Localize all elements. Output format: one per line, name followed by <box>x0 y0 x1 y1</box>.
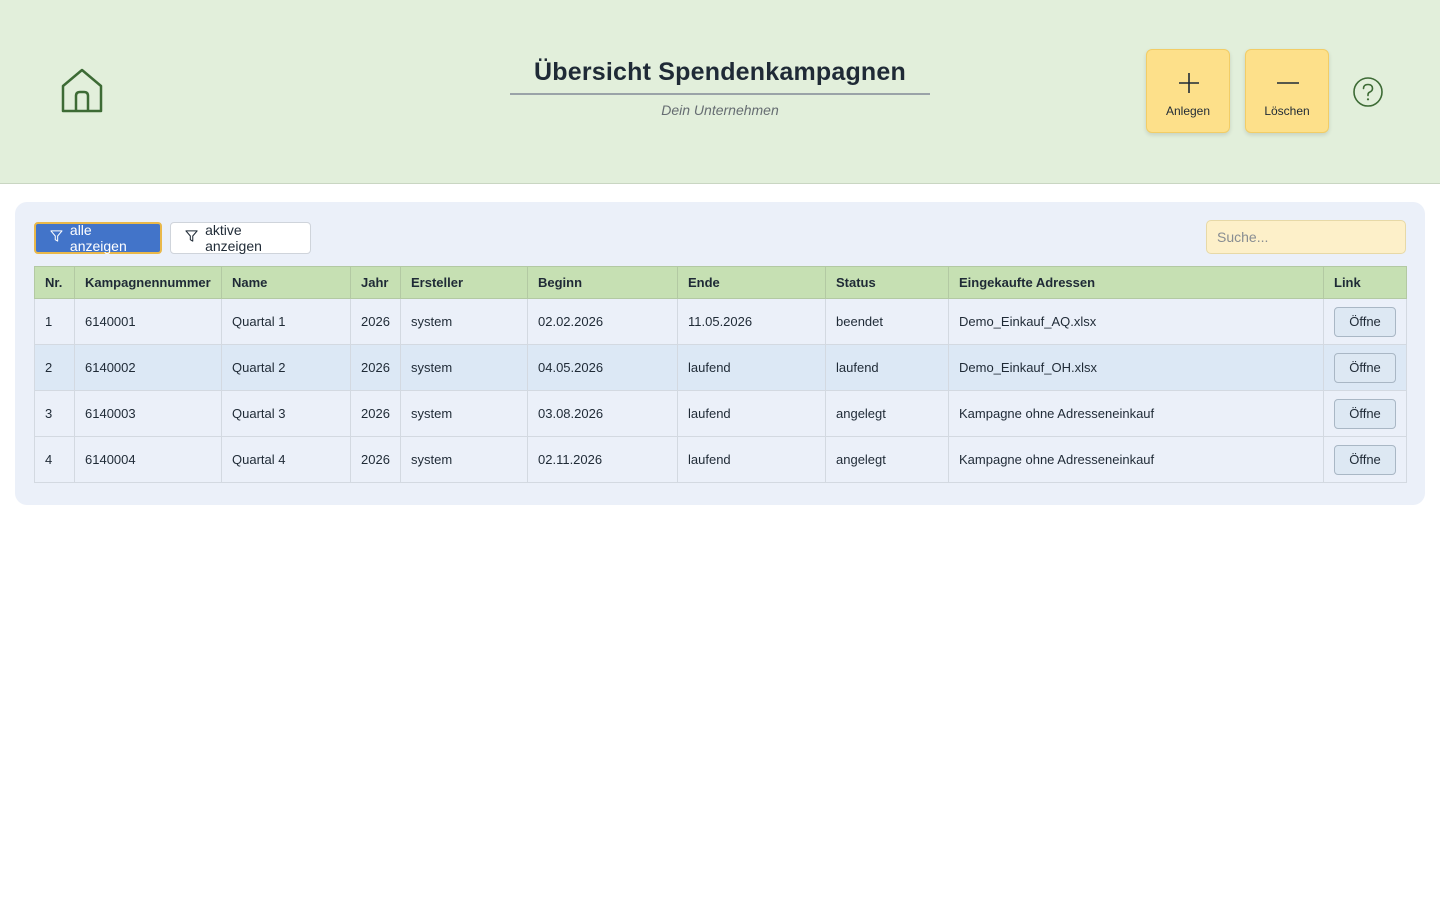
table-row[interactable]: 1 6140001 Quartal 1 2026 system 02.02.20… <box>34 298 1407 345</box>
column-header[interactable]: Kampagnennummer <box>74 266 222 299</box>
help-button[interactable] <box>1352 76 1384 108</box>
column-header[interactable]: Ende <box>677 266 826 299</box>
cell-nr: 4 <box>34 436 75 483</box>
cell-link: Öffne <box>1323 298 1407 345</box>
column-header[interactable]: Ersteller <box>400 266 528 299</box>
column-header[interactable]: Beginn <box>527 266 678 299</box>
column-header[interactable]: Nr. <box>34 266 75 299</box>
filter-all-button[interactable]: alle anzeigen <box>34 222 162 254</box>
add-button-label: Anlegen <box>1165 104 1211 118</box>
delete-button-label: Löschen <box>1264 104 1310 118</box>
cell-link: Öffne <box>1323 390 1407 437</box>
cell-link: Öffne <box>1323 436 1407 483</box>
help-icon <box>1353 77 1383 107</box>
cell-nr: 2 <box>34 344 75 391</box>
cell-year: 2026 <box>350 436 401 483</box>
table-header-row: Nr. Kampagnennummer Name Jahr Ersteller … <box>34 266 1407 299</box>
cell-start: 03.08.2026 <box>527 390 678 437</box>
cell-status: angelegt <box>825 390 949 437</box>
cell-status: angelegt <box>825 436 949 483</box>
column-header[interactable]: Status <box>825 266 949 299</box>
page-header: Übersicht Spendenkampagnen Dein Unterneh… <box>0 0 1440 184</box>
home-button[interactable] <box>58 66 106 116</box>
cell-link: Öffne <box>1323 344 1407 391</box>
cell-year: 2026 <box>350 298 401 345</box>
page-subtitle: Dein Unternehmen <box>661 102 779 118</box>
minus-icon <box>1277 82 1299 84</box>
table-row[interactable]: 3 6140003 Quartal 3 2026 system 03.08.20… <box>34 390 1407 437</box>
filter-icon <box>185 230 198 242</box>
column-header[interactable]: Link <box>1323 266 1407 299</box>
cell-campaign-number: 6140002 <box>74 344 222 391</box>
cell-start: 02.02.2026 <box>527 298 678 345</box>
cell-nr: 1 <box>34 298 75 345</box>
cell-nr: 3 <box>34 390 75 437</box>
campaign-table: Nr. Kampagnennummer Name Jahr Ersteller … <box>34 266 1407 483</box>
cell-year: 2026 <box>350 344 401 391</box>
cell-creator: system <box>400 390 528 437</box>
cell-year: 2026 <box>350 390 401 437</box>
cell-campaign-number: 6140004 <box>74 436 222 483</box>
cell-creator: system <box>400 436 528 483</box>
column-header[interactable]: Name <box>221 266 351 299</box>
cell-addresses: Demo_Einkauf_AQ.xlsx <box>948 298 1324 345</box>
add-button[interactable]: Anlegen <box>1146 49 1230 133</box>
column-header[interactable]: Eingekaufte Adressen <box>948 266 1324 299</box>
campaign-panel: alle anzeigen aktive anzeigen Nr. Kampag… <box>15 202 1425 505</box>
filter-all-label: alle anzeigen <box>69 222 127 254</box>
cell-end: laufend <box>677 436 826 483</box>
search-input[interactable] <box>1206 220 1406 254</box>
title-block: Übersicht Spendenkampagnen Dein Unterneh… <box>510 58 930 118</box>
cell-campaign-number: 6140001 <box>74 298 222 345</box>
open-button[interactable]: Öffne <box>1334 352 1396 383</box>
table-row[interactable]: 2 6140002 Quartal 2 2026 system 04.05.20… <box>34 344 1407 391</box>
cell-start: 02.11.2026 <box>527 436 678 483</box>
cell-addresses: Demo_Einkauf_OH.xlsx <box>948 344 1324 391</box>
cell-campaign-number: 6140003 <box>74 390 222 437</box>
cell-name: Quartal 4 <box>221 436 351 483</box>
filter-icon <box>50 230 63 242</box>
cell-name: Quartal 3 <box>221 390 351 437</box>
delete-button[interactable]: Löschen <box>1245 49 1329 133</box>
table-row[interactable]: 4 6140004 Quartal 4 2026 system 02.11.20… <box>34 436 1407 483</box>
cell-addresses: Kampagne ohne Adresseneinkauf <box>948 390 1324 437</box>
filter-active-label: aktive anzeigen <box>205 222 262 254</box>
open-button[interactable]: Öffne <box>1334 444 1396 475</box>
open-button[interactable]: Öffne <box>1334 306 1396 337</box>
cell-name: Quartal 2 <box>221 344 351 391</box>
filter-active-button[interactable]: aktive anzeigen <box>170 222 311 254</box>
cell-creator: system <box>400 344 528 391</box>
cell-addresses: Kampagne ohne Adresseneinkauf <box>948 436 1324 483</box>
cell-end: laufend <box>677 344 826 391</box>
cell-status: beendet <box>825 298 949 345</box>
page-title: Übersicht Spendenkampagnen <box>510 58 930 95</box>
home-icon <box>61 68 103 113</box>
cell-creator: system <box>400 298 528 345</box>
cell-end: 11.05.2026 <box>677 298 826 345</box>
plus-icon <box>1179 73 1199 93</box>
cell-start: 04.05.2026 <box>527 344 678 391</box>
cell-status: laufend <box>825 344 949 391</box>
cell-end: laufend <box>677 390 826 437</box>
cell-name: Quartal 1 <box>221 298 351 345</box>
open-button[interactable]: Öffne <box>1334 398 1396 429</box>
column-header[interactable]: Jahr <box>350 266 401 299</box>
